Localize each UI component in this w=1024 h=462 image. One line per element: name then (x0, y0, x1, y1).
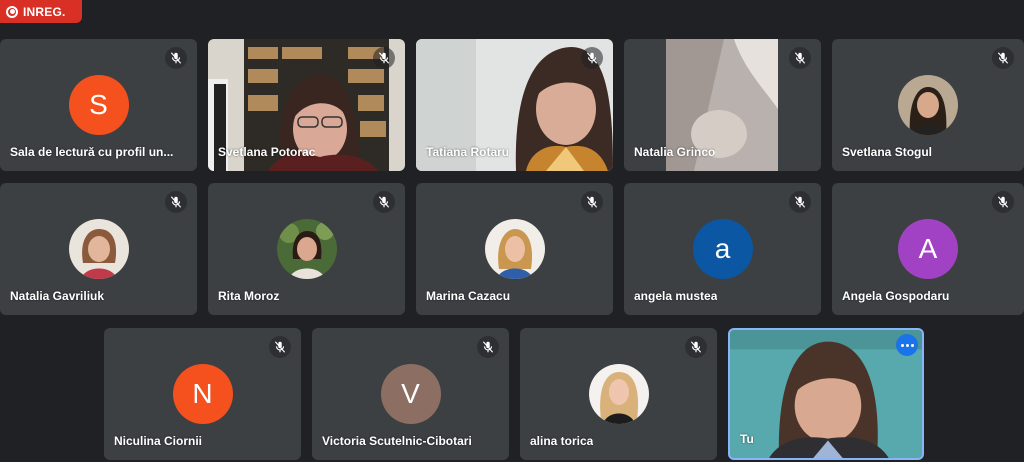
participant-tile[interactable]: Natalia Grinco (624, 39, 821, 171)
avatar: S (68, 75, 129, 135)
avatar (68, 219, 129, 279)
participant-tile[interactable]: N Niculina Ciornii (104, 328, 301, 460)
avatar (276, 219, 337, 279)
participant-name: Marina Cazacu (426, 289, 511, 303)
self-view-tile[interactable]: Tu (728, 328, 924, 460)
avatar (484, 219, 545, 279)
participant-name: Tatiana Rotaru (426, 145, 510, 159)
mic-off-icon (685, 336, 707, 358)
mic-off-icon (477, 336, 499, 358)
participant-name: alina torica (530, 434, 594, 448)
avatar: N (172, 364, 233, 424)
participant-name: Rita Moroz (218, 289, 280, 303)
participant-name: Svetlana Stogul (842, 145, 933, 159)
recording-badge[interactable]: INREG. (0, 0, 82, 23)
participant-tile[interactable]: a angela mustea (624, 183, 821, 315)
participant-tile[interactable]: Marina Cazacu (416, 183, 613, 315)
participant-name: Natalia Grinco (634, 145, 716, 159)
mic-off-icon (373, 47, 395, 69)
more-options-button[interactable] (896, 334, 918, 356)
participant-tile[interactable]: A Angela Gospodaru (832, 183, 1024, 315)
participant-name: Tu (740, 432, 754, 446)
avatar (898, 75, 958, 135)
participant-tile[interactable]: Svetlana Potorac (208, 39, 405, 171)
avatar: A (898, 219, 958, 279)
participant-name: Natalia Gavriliuk (10, 289, 105, 303)
mic-off-icon (992, 191, 1014, 213)
participant-tile[interactable]: Svetlana Stogul (832, 39, 1024, 171)
mic-off-icon (581, 47, 603, 69)
participant-tile[interactable]: Rita Moroz (208, 183, 405, 315)
mic-off-icon (789, 191, 811, 213)
participant-tile[interactable]: Tatiana Rotaru (416, 39, 613, 171)
mic-off-icon (269, 336, 291, 358)
record-icon (6, 5, 18, 18)
participant-tile[interactable]: alina torica (520, 328, 717, 460)
participant-name: Angela Gospodaru (842, 289, 950, 303)
participant-tile[interactable]: V Victoria Scutelnic-Cibotari (312, 328, 509, 460)
mic-off-icon (165, 47, 187, 69)
mic-off-icon (789, 47, 811, 69)
participant-name: Sala de lectură cu profil un... (10, 145, 174, 159)
mic-off-icon (373, 191, 395, 213)
participant-name: Victoria Scutelnic-Cibotari (322, 434, 472, 448)
mic-off-icon (581, 191, 603, 213)
mic-off-icon (165, 191, 187, 213)
recording-label: INREG. (23, 4, 66, 19)
avatar: a (692, 219, 753, 279)
participant-name: Niculina Ciornii (114, 434, 203, 448)
avatar: V (380, 364, 441, 424)
self-video (730, 330, 922, 458)
participant-tile[interactable]: Natalia Gavriliuk (0, 183, 197, 315)
mic-off-icon (992, 47, 1014, 69)
participant-tile[interactable]: S Sala de lectură cu profil un... (0, 39, 197, 171)
participant-name: Svetlana Potorac (218, 145, 316, 159)
avatar (588, 364, 649, 424)
participant-name: angela mustea (634, 289, 718, 303)
